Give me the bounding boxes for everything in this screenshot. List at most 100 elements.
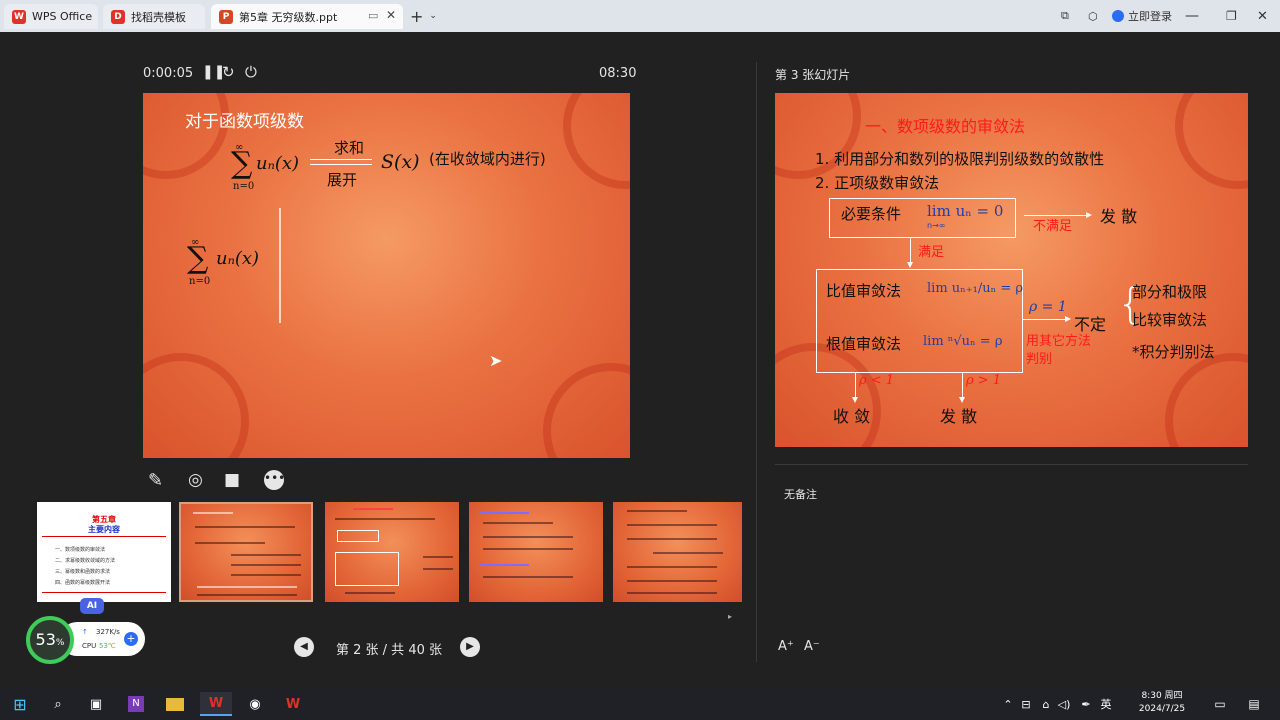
tab-ppt-file[interactable]: P 第5章 无穷级数.ppt ▭ ✕: [211, 4, 403, 29]
thumb-line: [479, 512, 529, 514]
new-tab-label: +: [410, 6, 424, 26]
thumb-box: [335, 552, 399, 586]
scroll-right-icon[interactable]: ▸: [728, 612, 732, 621]
thumb-line: [231, 564, 301, 566]
chrome-icon[interactable]: ◉: [243, 692, 267, 716]
more-icon[interactable]: •••: [264, 470, 285, 490]
thumb-line: [231, 554, 301, 556]
tab-docer[interactable]: D 找稻壳模板: [103, 4, 205, 29]
right-item-2: 比较审敛法: [1132, 311, 1208, 329]
ppt-icon: P: [219, 9, 233, 24]
cube-icon[interactable]: ⬡: [1088, 0, 1098, 32]
ratio-test-label: 比值审敛法: [826, 282, 902, 300]
decor-seal: [543, 363, 630, 458]
tab-label: 找稻壳模板: [131, 10, 186, 24]
next-slide-label: 第 3 张幻灯片: [775, 68, 851, 82]
pen-icon[interactable]: ✎: [148, 470, 163, 491]
clock-date: 2024/7/25: [1138, 704, 1186, 714]
thumb-line: [197, 594, 297, 596]
divider: [756, 62, 757, 662]
thumb-line: [335, 518, 435, 520]
thumb-line: [627, 592, 717, 594]
arrow-down: [907, 238, 913, 268]
notification-icon[interactable]: ▤: [1242, 692, 1266, 716]
thumb-subtitle: 主要内容: [88, 525, 120, 534]
page-indicator: 第 2 张 / 共 40 张: [336, 643, 442, 658]
prev-slide-button[interactable]: ◀: [294, 637, 314, 657]
desktop-icon[interactable]: ▭: [1208, 692, 1232, 716]
thumb-line: [231, 574, 301, 576]
chevron-down-icon[interactable]: ⌄: [429, 11, 437, 21]
new-tab-button[interactable]: + ⌄: [410, 0, 437, 32]
slide-title: 对于函数项级数: [185, 112, 304, 132]
memory-gauge[interactable]: 53%: [26, 616, 74, 664]
root-formula: lim ⁿ√uₙ = ρ: [923, 334, 1003, 349]
maximize-button[interactable]: ❐: [1226, 0, 1237, 32]
upload-arrow-icon: ↑: [82, 628, 88, 636]
docer-icon: D: [111, 9, 125, 24]
decor-seal: [143, 93, 229, 179]
decor-seal: [563, 93, 630, 189]
window-mode-icon[interactable]: ▭: [368, 9, 378, 22]
camera-icon[interactable]: ■: [224, 470, 240, 490]
slide-thumbnail-4[interactable]: [469, 502, 603, 602]
next-slide-preview[interactable]: 一、数项级数的审敛法 1. 利用部分和数列的极限判别级数的敛散性 2. 正项级数…: [775, 93, 1248, 447]
restart-icon[interactable]: ↻: [222, 63, 235, 81]
tab-label: WPS Office: [32, 10, 93, 23]
decor-seal: [143, 353, 249, 458]
tab-label: 第5章 无穷级数.ppt: [239, 10, 338, 24]
volume-icon[interactable]: ◁): [1052, 692, 1076, 716]
slide-thumbnail-3[interactable]: [325, 502, 459, 602]
system-clock[interactable]: 8:30 周四 2024/7/25: [1122, 690, 1202, 716]
window-restore-icon[interactable]: ⧉: [1061, 0, 1069, 32]
wps-taskbar-icon[interactable]: W: [200, 692, 232, 716]
root-test-label: 根值审敛法: [826, 335, 902, 353]
slide-thumbnail-5[interactable]: [613, 502, 742, 602]
convergence-note: (在收敛域内进行): [429, 150, 546, 168]
section-heading: 一、数项级数的审敛法: [865, 117, 1026, 136]
sum-symbol: ∑: [231, 146, 253, 181]
power-icon[interactable]: ⏻: [245, 63, 257, 81]
ime-indicator[interactable]: 英: [1094, 692, 1118, 716]
rho-greater: ρ > 1: [966, 373, 1002, 388]
add-icon[interactable]: +: [124, 632, 138, 646]
thumb-line: [197, 586, 297, 588]
thumb-line: [345, 592, 395, 594]
windows-start-icon[interactable]: ⊞: [8, 692, 32, 716]
slide-thumbnail-2[interactable]: [179, 502, 313, 602]
diverge-label: 发 散: [1100, 207, 1138, 226]
thumb-line: [353, 508, 393, 510]
notes-text: 无备注: [784, 488, 817, 501]
onenote-icon[interactable]: N: [124, 692, 148, 716]
current-slide[interactable]: 对于函数项级数 ∞ ∑ n=0 uₙ(x) 求和 展开 S(x) (在收敛域内进…: [143, 93, 630, 458]
thumb-line: [627, 566, 717, 568]
slide-thumbnail-1[interactable]: 第五章 主要内容 一、数项级数的审敛法 二、求幂级数收敛域的方法 三、幂级数和函…: [37, 502, 171, 602]
font-increase-button[interactable]: A⁺: [778, 639, 794, 654]
series-term: uₙ(x): [256, 153, 300, 174]
limit-subscript: n→∞: [927, 221, 946, 230]
login-button[interactable]: 立即登录: [1112, 0, 1172, 32]
next-slide-button[interactable]: ▶: [460, 637, 480, 657]
not-satisfied-label: 不满足: [1033, 219, 1073, 234]
right-item-3: *积分判别法: [1132, 343, 1215, 361]
net-speed: 327K/s: [96, 628, 120, 636]
login-label: 立即登录: [1128, 10, 1172, 23]
task-view-icon[interactable]: ▣: [84, 692, 108, 716]
sum-lower: n=0: [189, 276, 211, 287]
file-explorer-icon[interactable]: [163, 692, 187, 716]
arrow-down-diverge: [959, 373, 965, 403]
search-icon[interactable]: ⌕: [46, 692, 70, 716]
ai-badge[interactable]: AI: [80, 598, 104, 614]
minimize-button[interactable]: —: [1185, 0, 1199, 32]
converge-label: 收 敛: [833, 407, 871, 426]
sum-lower: n=0: [233, 181, 255, 192]
arrow-bottom-label: 展开: [326, 171, 357, 189]
wps-ppt-taskbar-icon[interactable]: W: [281, 692, 305, 716]
tab-wps-office[interactable]: W WPS Office: [4, 4, 98, 29]
screenshot-icon[interactable]: ◎: [188, 470, 203, 490]
thumb-line: [627, 510, 687, 512]
close-tab-icon[interactable]: ✕: [386, 8, 396, 22]
font-decrease-button[interactable]: A⁻: [804, 639, 820, 654]
memory-percent: 53: [35, 630, 56, 649]
close-window-button[interactable]: ✕: [1257, 0, 1268, 32]
